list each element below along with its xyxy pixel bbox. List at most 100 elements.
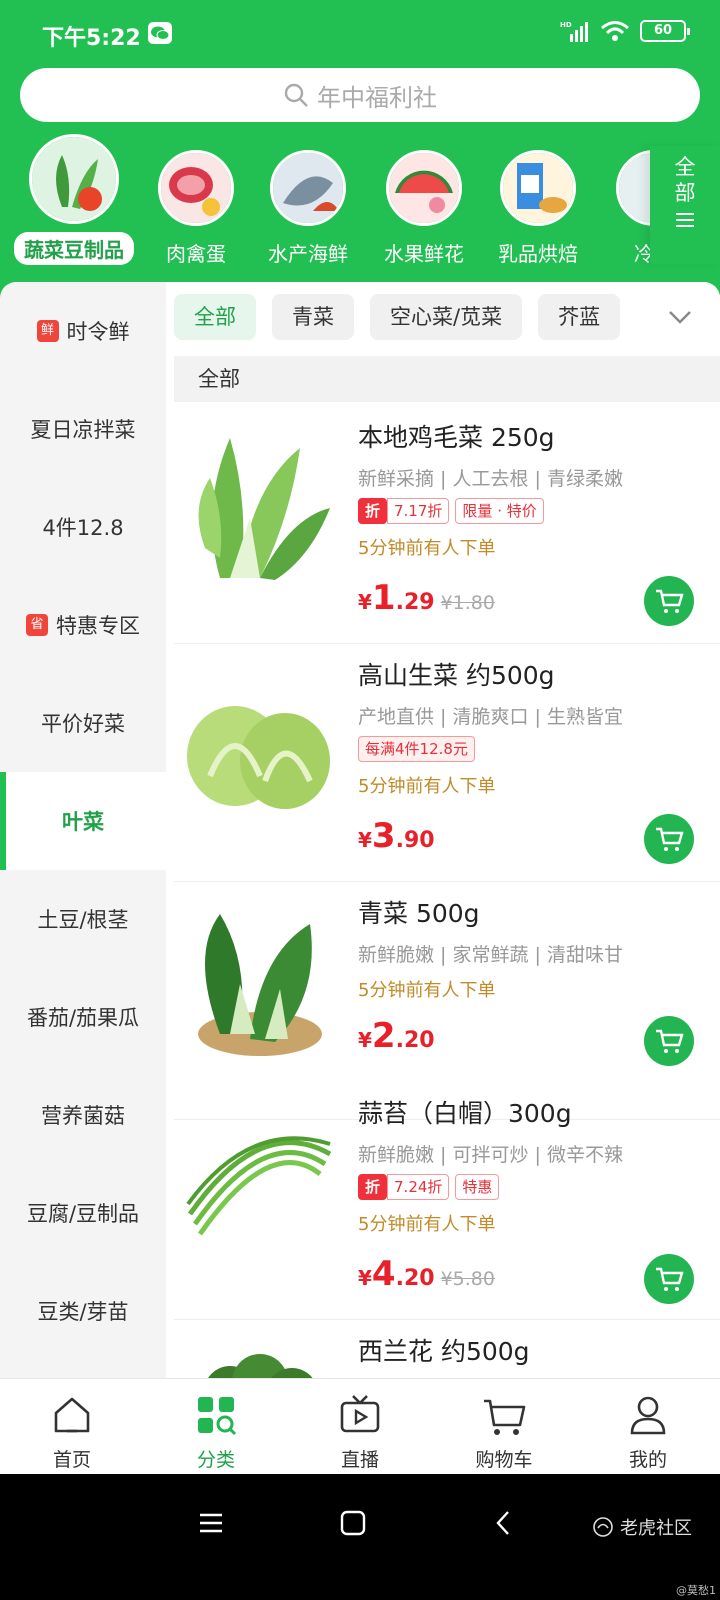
cart-icon	[656, 1267, 684, 1291]
tab-label: 直播	[340, 1449, 379, 1471]
subcategory-sidebar: 鲜时令鲜 夏日凉拌菜 4件12.8 省特惠专区 平价好菜 叶菜 土豆/根茎 番茄…	[0, 282, 166, 1378]
product-card[interactable]: 高山生菜 约500g 产地直供 | 清脆爽口 | 生熟皆宜 每满4件12.8元 …	[174, 644, 720, 882]
header: 下午5:22 HD 60 年中福利社 蔬菜豆制品 肉禽蛋 水产海鲜 水果鲜花 乳…	[0, 0, 720, 300]
product-name: 高山生菜 约500g	[358, 661, 555, 690]
status-time: 下午5:22	[42, 26, 141, 51]
discount-rate-tag: 7.24折	[387, 1174, 450, 1200]
product-card[interactable]: 本地鸡毛菜 250g 新鲜采摘 | 人工去根 | 青绿柔嫩 折 7.17折 限量…	[174, 406, 720, 644]
search-icon	[284, 83, 308, 107]
chip-greens[interactable]: 青菜	[272, 294, 354, 340]
back-icon[interactable]	[488, 1508, 518, 1538]
discount-tag: 折	[358, 1174, 388, 1200]
currency-symbol: ¥	[358, 828, 372, 852]
sidebar-item-summer-salad[interactable]: 夏日凉拌菜	[0, 380, 166, 478]
price-decimal: .20	[395, 1266, 435, 1291]
recent-order-note: 5分钟前有人下单	[358, 980, 496, 1001]
product-desc: 新鲜脆嫩 | 可拌可炒 | 微辛不辣	[358, 1144, 623, 1166]
price-integer: 4	[371, 1254, 396, 1294]
product-image	[198, 438, 330, 580]
tab-live[interactable]: 直播	[288, 1379, 432, 1474]
sidebar-item-label: 4件12.8	[42, 516, 124, 540]
cart-icon	[656, 1029, 684, 1053]
filter-chips: 全部 青菜 空心菜/苋菜 芥蓝	[174, 294, 621, 342]
category-image	[29, 134, 119, 224]
sidebar-item-label: 番茄/茄果瓜	[26, 1006, 140, 1030]
home-square-icon[interactable]	[338, 1508, 368, 1538]
original-price: ¥1.80	[440, 592, 495, 614]
price-decimal: .90	[395, 828, 435, 853]
sidebar-item-label: 土豆/根茎	[37, 908, 129, 932]
category-label: 水产海鲜	[268, 242, 348, 266]
all-categories-button[interactable]: 全 部	[650, 146, 720, 264]
wifi-icon	[601, 21, 629, 41]
product-desc: 新鲜采摘 | 人工去根 | 青绿柔嫩	[358, 468, 623, 490]
add-to-cart-button[interactable]	[644, 1254, 694, 1304]
watermark-text: 老虎社区	[620, 1518, 692, 1539]
sidebar-item-tomato-melon[interactable]: 番茄/茄果瓜	[0, 968, 166, 1066]
sidebar-item-mushroom[interactable]: 营养菌菇	[0, 1066, 166, 1164]
product-image	[187, 706, 330, 809]
system-nav-bar: 老虎社区 @莫愁1	[0, 1474, 720, 1600]
category-meat-egg[interactable]: 肉禽蛋	[136, 134, 256, 267]
product-name: 西兰花 约500g	[358, 1337, 530, 1366]
sidebar-item-roots[interactable]: 土豆/根茎	[0, 870, 166, 968]
currency-symbol: ¥	[358, 1028, 372, 1052]
category-dairy-bakery[interactable]: 乳品烘焙	[478, 134, 598, 267]
tab-profile[interactable]: 我的	[576, 1379, 720, 1474]
category-veg-tofu[interactable]: 蔬菜豆制品	[14, 134, 134, 265]
chip-kailan[interactable]: 芥蓝	[538, 294, 621, 340]
menu-icon[interactable]	[196, 1508, 226, 1538]
tab-home[interactable]: 首页	[0, 1379, 144, 1474]
more-label-line1: 全	[674, 155, 696, 179]
cart-icon	[656, 827, 684, 851]
tab-label: 我的	[628, 1449, 667, 1471]
currency-symbol: ¥	[358, 590, 372, 614]
discount-tag: 折	[358, 498, 388, 524]
sidebar-item-deals[interactable]: 省特惠专区	[0, 576, 166, 674]
price-integer: 1	[371, 578, 396, 618]
sidebar-item-label: 夏日凉拌菜	[30, 418, 136, 442]
network-type-label: HD	[560, 21, 572, 29]
sidebar-item-4-for-12[interactable]: 4件12.8	[0, 478, 166, 576]
add-to-cart-button[interactable]	[644, 814, 694, 864]
category-seafood[interactable]: 水产海鲜	[248, 134, 368, 267]
section-title: 全部	[174, 356, 720, 402]
add-to-cart-button[interactable]	[644, 576, 694, 626]
original-price: ¥5.80	[440, 1268, 495, 1290]
category-strip: 蔬菜豆制品 肉禽蛋 水产海鲜 水果鲜花 乳品烘焙 全 部	[0, 134, 720, 274]
add-to-cart-button[interactable]	[644, 1016, 694, 1066]
sidebar-item-tofu[interactable]: 豆腐/豆制品	[0, 1164, 166, 1262]
profile-icon	[630, 1396, 666, 1435]
product-card[interactable]: 西兰花 约500g	[174, 1320, 720, 1378]
search-bar[interactable]: 年中福利社	[20, 68, 700, 122]
category-fruit-flower[interactable]: 水果鲜花	[364, 134, 484, 267]
search-placeholder: 年中福利社	[317, 83, 437, 112]
cart-icon	[656, 589, 684, 613]
live-tv-icon	[340, 1395, 380, 1433]
sidebar-item-budget[interactable]: 平价好菜	[0, 674, 166, 772]
chevron-down-icon	[669, 311, 691, 324]
category-label: 蔬菜豆制品	[14, 232, 134, 265]
promo-tag: 特惠	[455, 1174, 500, 1200]
expand-filters-button[interactable]	[640, 290, 720, 344]
category-icon	[198, 1397, 237, 1436]
sidebar-item-label: 叶菜	[62, 810, 104, 834]
product-list-panel: 全部 青菜 空心菜/苋菜 芥蓝 全部 本地鸡毛菜 250g 新鲜采摘 | 人工去…	[166, 282, 720, 1378]
tab-cart[interactable]: 购物车	[432, 1379, 576, 1474]
product-image	[186, 1136, 332, 1236]
menu-list-icon	[676, 213, 694, 227]
tab-label: 分类	[196, 1449, 235, 1471]
tab-category[interactable]: 分类	[144, 1379, 288, 1474]
sidebar-item-beans-sprouts[interactable]: 豆类/芽苗	[0, 1262, 166, 1360]
category-label: 乳品烘焙	[498, 242, 578, 266]
chip-water-spinach[interactable]: 空心菜/苋菜	[370, 294, 523, 340]
signal-icon: HD	[560, 21, 588, 42]
sidebar-item-seasonal[interactable]: 鲜时令鲜	[0, 282, 166, 380]
product-card[interactable]: 蒜苔（白帽）300g 新鲜脆嫩 | 可拌可炒 | 微辛不辣 折 7.24折 特惠…	[174, 1082, 720, 1320]
currency-symbol: ¥	[358, 1266, 372, 1290]
product-name: 蒜苔（白帽）300g	[358, 1099, 572, 1128]
category-image	[386, 150, 462, 226]
sidebar-item-leafy[interactable]: 叶菜	[0, 772, 166, 870]
watermark-user: @莫愁1	[676, 1584, 716, 1597]
chip-all[interactable]: 全部	[174, 294, 256, 340]
